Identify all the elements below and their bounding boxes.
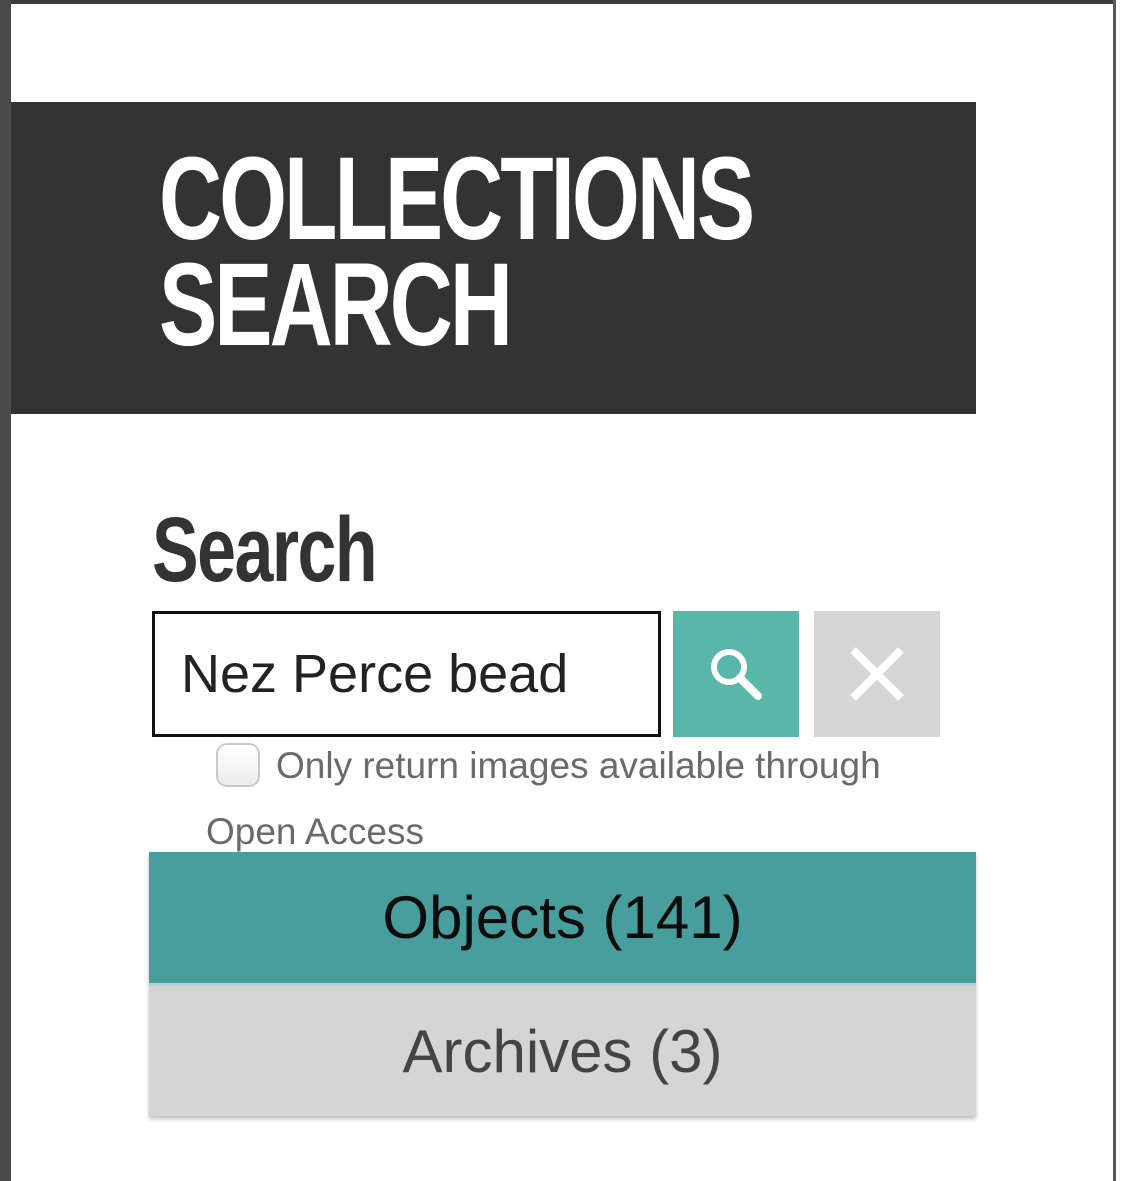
page-title: COLLECTIONS SEARCH bbox=[159, 133, 755, 371]
search-icon bbox=[711, 649, 762, 700]
window-top-edge bbox=[0, 0, 1125, 4]
search-heading: Search bbox=[152, 499, 378, 601]
page-title-line-2: SEARCH bbox=[159, 239, 513, 371]
tab-objects[interactable]: Objects (141) bbox=[149, 852, 976, 983]
tab-archives[interactable]: Archives (3) bbox=[149, 983, 976, 1116]
open-access-label-line-1: Only return images available through bbox=[276, 745, 881, 786]
open-access-label-line-2: Open Access bbox=[206, 811, 425, 852]
collections-banner: COLLECTIONS SEARCH bbox=[11, 102, 976, 414]
result-tabs: Objects (141) Archives (3) bbox=[149, 852, 976, 1116]
open-access-checkbox[interactable] bbox=[216, 743, 260, 787]
clear-button[interactable] bbox=[814, 611, 940, 737]
window-left-edge bbox=[0, 0, 11, 1181]
search-input[interactable] bbox=[152, 611, 661, 737]
close-icon bbox=[850, 647, 904, 701]
window-right-gutter bbox=[1116, 0, 1125, 1181]
search-button[interactable] bbox=[673, 611, 799, 737]
page-title-line-1: COLLECTIONS bbox=[159, 133, 755, 265]
